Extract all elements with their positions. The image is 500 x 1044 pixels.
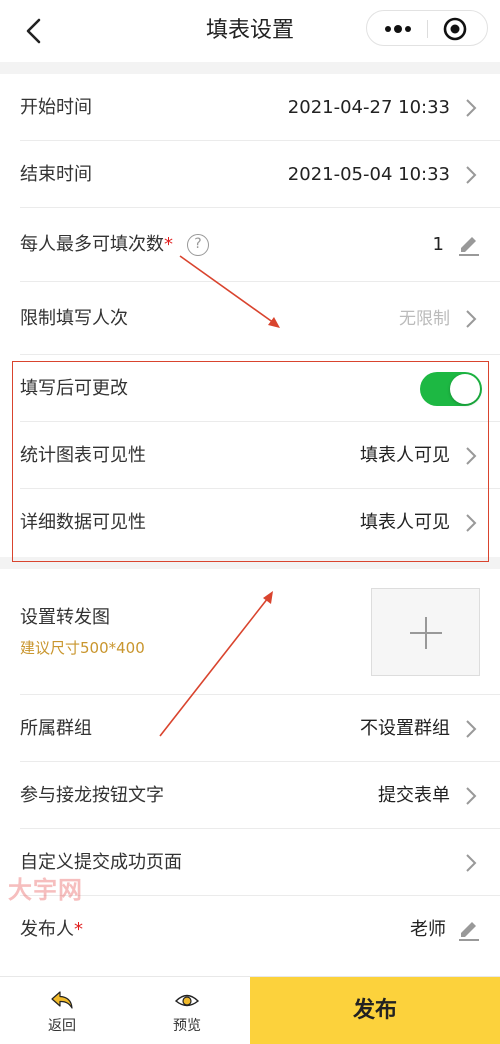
button-text-row[interactable]: 参与接龙按钮文字 提交表单 xyxy=(0,762,500,829)
return-arrow-icon xyxy=(51,991,73,1009)
eye-icon xyxy=(175,994,199,1007)
watermark-text: 大宇网 xyxy=(8,876,83,904)
chart-visibility-row[interactable]: 统计图表可见性 填表人可见 xyxy=(0,422,500,489)
chevron-right-icon xyxy=(466,514,477,532)
publisher-value: 老师 xyxy=(410,919,446,940)
group-row[interactable]: 所属群组 不设置群组 xyxy=(0,695,500,762)
group-value: 不设置群组 xyxy=(360,718,450,739)
edit-pencil-icon[interactable] xyxy=(456,232,482,258)
chevron-right-icon xyxy=(466,99,477,117)
nav-bar: 填表设置 xyxy=(0,0,500,62)
bottom-action-bar: 返回 预览 发布 xyxy=(0,976,500,1044)
limit-people-value: 无限制 xyxy=(399,309,450,329)
max-times-label-text: 每人最多可填次数 xyxy=(20,234,164,255)
preview-tab-label: 预览 xyxy=(173,1018,201,1034)
group-label: 所属群组 xyxy=(20,718,92,739)
end-time-value: 2021-05-04 10:33 xyxy=(287,164,450,185)
chevron-right-icon xyxy=(466,720,477,738)
start-time-label: 开始时间 xyxy=(20,97,92,118)
required-asterisk: * xyxy=(74,919,83,940)
publisher-label-text: 发布人 xyxy=(20,919,74,940)
chart-visibility-value: 填表人可见 xyxy=(360,445,450,466)
detail-visibility-value: 填表人可见 xyxy=(360,512,450,533)
close-target-icon[interactable] xyxy=(443,17,467,41)
editable-after-row: 填写后可更改 xyxy=(0,355,500,422)
max-times-row[interactable]: 每人最多可填次数*? 1 xyxy=(0,208,500,282)
chart-visibility-label: 统计图表可见性 xyxy=(20,445,146,466)
max-times-value: 1 xyxy=(432,234,444,255)
start-time-value: 2021-04-27 10:33 xyxy=(287,97,450,118)
detail-visibility-label: 详细数据可见性 xyxy=(20,512,146,533)
limit-people-label: 限制填写人次 xyxy=(20,308,128,329)
limit-people-row[interactable]: 限制填写人次 无限制 xyxy=(0,282,500,355)
back-tab-label: 返回 xyxy=(48,1018,76,1034)
more-icon[interactable] xyxy=(381,20,415,38)
max-times-label: 每人最多可填次数*? xyxy=(20,232,209,258)
button-text-value: 提交表单 xyxy=(378,785,450,806)
plus-icon-vertical xyxy=(425,617,427,649)
start-time-row[interactable]: 开始时间 2021-04-27 10:33 xyxy=(0,74,500,141)
detail-visibility-row[interactable]: 详细数据可见性 填表人可见 xyxy=(0,489,500,557)
chevron-right-icon xyxy=(466,310,477,328)
toggle-knob xyxy=(450,374,480,404)
edit-pencil-icon[interactable] xyxy=(456,917,482,943)
share-image-label: 设置转发图 xyxy=(20,607,110,628)
chevron-right-icon xyxy=(466,166,477,184)
button-text-label: 参与接龙按钮文字 xyxy=(20,785,164,806)
publish-button[interactable]: 发布 xyxy=(250,977,500,1044)
help-icon[interactable]: ? xyxy=(187,234,209,256)
chevron-right-icon xyxy=(466,854,477,872)
end-time-row[interactable]: 结束时间 2021-05-04 10:33 xyxy=(0,141,500,208)
required-asterisk: * xyxy=(164,234,173,255)
settings-card-basic: 开始时间 2021-04-27 10:33 结束时间 2021-05-04 10… xyxy=(0,74,500,557)
share-image-hint: 建议尺寸500*400 xyxy=(20,639,145,657)
share-image-upload-button[interactable] xyxy=(371,588,480,676)
editable-after-toggle[interactable] xyxy=(420,372,482,406)
publisher-row[interactable]: 发布人* 老师 xyxy=(0,896,500,966)
editable-after-label: 填写后可更改 xyxy=(20,378,128,399)
back-tab[interactable]: 返回 xyxy=(0,977,124,1044)
end-time-label: 结束时间 xyxy=(20,164,92,185)
capsule-divider xyxy=(427,20,428,38)
chevron-right-icon xyxy=(466,447,477,465)
chevron-right-icon xyxy=(466,787,477,805)
publisher-label: 发布人* xyxy=(20,917,83,943)
preview-tab[interactable]: 预览 xyxy=(125,977,249,1044)
mini-program-capsule xyxy=(366,10,488,46)
